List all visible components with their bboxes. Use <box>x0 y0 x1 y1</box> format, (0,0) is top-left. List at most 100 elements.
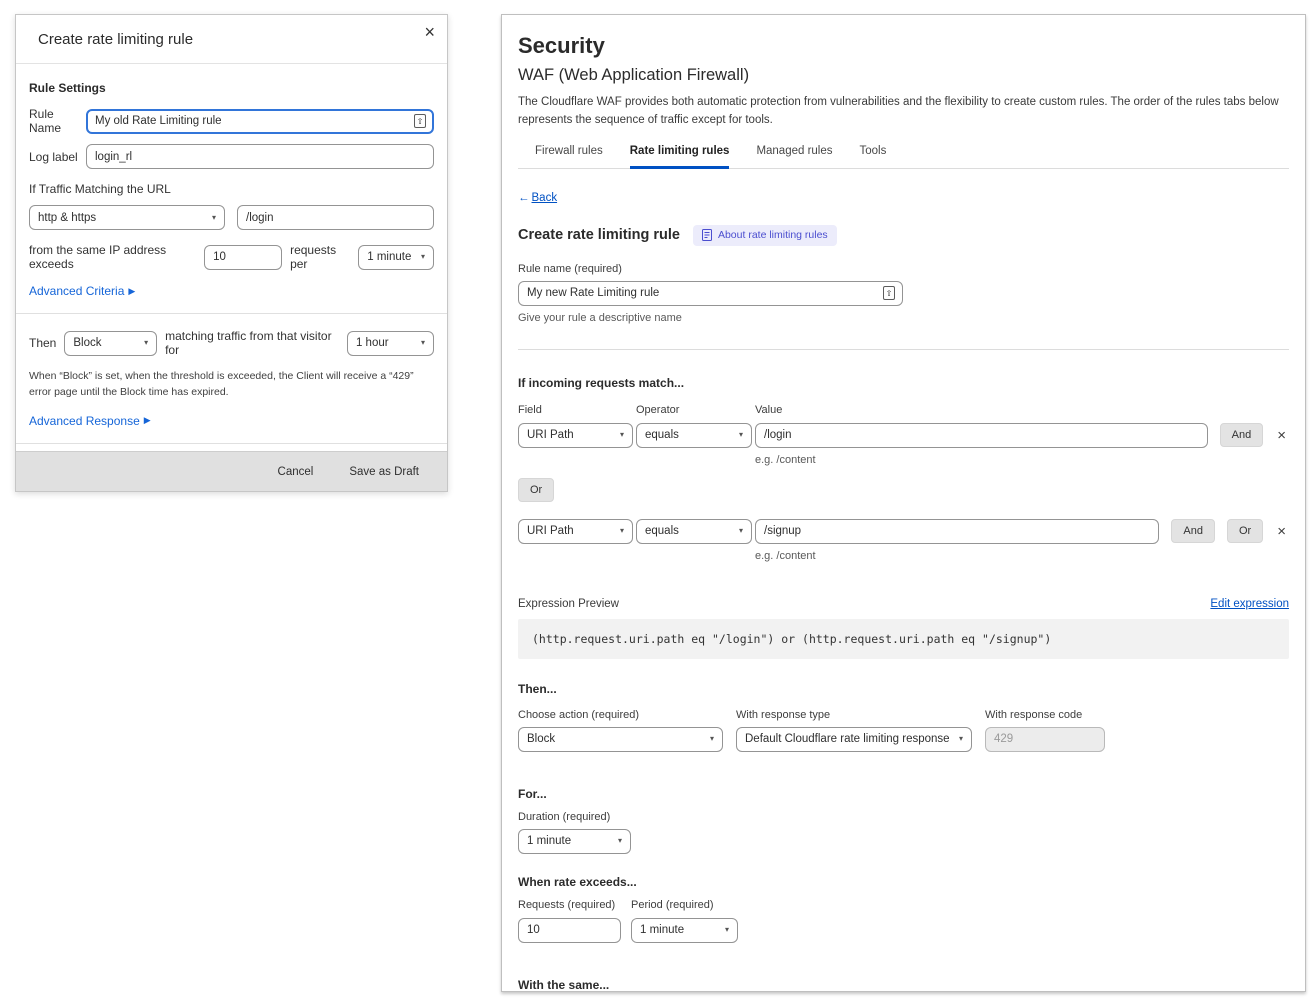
form-title: Create rate limiting rule <box>518 227 680 243</box>
for-heading: For... <box>518 787 1289 801</box>
expression-preview-label: Expression Preview <box>518 598 619 610</box>
chevron-down-icon: ▾ <box>212 214 216 222</box>
divider <box>16 313 447 314</box>
or-button[interactable]: Or <box>1227 519 1263 543</box>
same-heading: With the same... <box>518 978 1289 992</box>
rate-heading: When rate exceeds... <box>518 875 1289 889</box>
remove-condition-icon[interactable]: × <box>1277 524 1286 539</box>
autofill-icon[interactable]: ⇧ <box>883 286 895 300</box>
chevron-down-icon: ▾ <box>710 735 714 743</box>
expand-arrow-icon: ▶ <box>128 286 135 297</box>
duration-label: Duration (required) <box>518 811 1289 823</box>
response-type-label: With response type <box>736 709 972 721</box>
dialog-header: Create rate limiting rule × <box>16 15 447 64</box>
rule-name-input[interactable] <box>518 281 903 306</box>
response-code-input <box>985 727 1105 752</box>
scheme-select[interactable]: http & https ▾ <box>29 205 225 230</box>
chevron-down-icon: ▾ <box>739 527 743 535</box>
response-type-select[interactable]: Default Cloudflare rate limiting respons… <box>736 727 972 752</box>
close-icon[interactable]: × <box>424 23 435 41</box>
waf-tabs: Firewall rules Rate limiting rules Manag… <box>518 145 1289 169</box>
traffic-match-heading: If Traffic Matching the URL <box>29 182 434 196</box>
ban-duration-value: 1 hour <box>356 337 389 349</box>
waf-page: Security WAF (Web Application Firewall) … <box>501 14 1306 992</box>
advanced-criteria-link[interactable]: Advanced Criteria ▶ <box>29 284 135 298</box>
rate-period-select[interactable]: 1 minute ▾ <box>631 918 738 943</box>
ban-duration-select[interactable]: 1 hour ▾ <box>347 331 434 356</box>
value-hint: e.g. /content <box>755 454 1289 466</box>
back-arrow-icon: ← <box>518 192 530 204</box>
chevron-down-icon: ▾ <box>620 527 624 535</box>
page-title: Security <box>518 33 1289 59</box>
rule-name-help: Give your rule a descriptive name <box>518 312 1289 324</box>
about-rate-limiting-badge[interactable]: About rate limiting rules <box>693 225 837 246</box>
chevron-down-icon: ▾ <box>725 926 729 934</box>
choose-action-select[interactable]: Block ▾ <box>518 727 723 752</box>
tab-firewall-rules[interactable]: Firewall rules <box>535 145 603 169</box>
requests-input[interactable] <box>518 918 621 943</box>
requests-threshold-input[interactable] <box>204 245 282 270</box>
page-description: The Cloudflare WAF provides both automat… <box>518 94 1293 130</box>
rule-settings-heading: Rule Settings <box>29 81 434 95</box>
value-hint: e.g. /content <box>755 550 1289 562</box>
rule-name-label: Rule Name <box>29 107 86 135</box>
choose-action-label: Choose action (required) <box>518 709 723 721</box>
rule-name-label: Rule name (required) <box>518 263 1289 275</box>
page-subtitle: WAF (Web Application Firewall) <box>518 66 1289 85</box>
back-link[interactable]: Back <box>532 192 558 204</box>
operator-select[interactable]: equals ▾ <box>636 423 752 448</box>
field-select[interactable]: URI Path ▾ <box>518 423 633 448</box>
tab-managed-rules[interactable]: Managed rules <box>756 145 832 169</box>
document-icon <box>702 229 712 241</box>
advanced-response-link[interactable]: Advanced Response ▶ <box>29 414 151 428</box>
action-select[interactable]: Block ▾ <box>64 331 157 356</box>
exceeds-prefix-text: from the same IP address exceeds <box>29 243 196 271</box>
tab-tools[interactable]: Tools <box>860 145 887 169</box>
value-input[interactable] <box>755 519 1159 544</box>
edit-expression-link[interactable]: Edit expression <box>1210 598 1289 610</box>
requests-label: Requests (required) <box>518 899 621 911</box>
cancel-button[interactable]: Cancel <box>278 466 314 478</box>
dialog-footer: Cancel Save as Draft <box>16 451 447 491</box>
url-pattern-input[interactable] <box>237 205 434 230</box>
duration-select[interactable]: 1 minute ▾ <box>518 829 631 854</box>
operator-column-label: Operator <box>636 404 752 416</box>
divider <box>16 443 447 444</box>
rule-name-input[interactable] <box>86 109 434 134</box>
chevron-down-icon: ▾ <box>959 735 963 743</box>
period-select-value: 1 minute <box>367 251 411 263</box>
condition-row: URI Path ▾ equals ▾ And × <box>518 423 1289 448</box>
save-as-draft-button[interactable]: Save as Draft <box>349 466 419 478</box>
chevron-down-icon: ▾ <box>620 431 624 439</box>
chevron-down-icon: ▾ <box>739 431 743 439</box>
action-select-value: Block <box>73 337 101 349</box>
then-prefix-text: Then <box>29 336 56 350</box>
expand-arrow-icon: ▶ <box>144 415 151 426</box>
match-heading: If incoming requests match... <box>518 376 1289 390</box>
chevron-down-icon: ▾ <box>421 339 425 347</box>
requests-suffix-text: requests per <box>290 243 350 271</box>
then-middle-text: matching traffic from that visitor for <box>165 329 339 357</box>
period-select[interactable]: 1 minute ▾ <box>358 245 434 270</box>
or-button[interactable]: Or <box>518 478 554 502</box>
response-code-label: With response code <box>985 709 1105 721</box>
operator-select[interactable]: equals ▾ <box>636 519 752 544</box>
create-rate-limiting-rule-dialog: Create rate limiting rule × Rule Setting… <box>15 14 448 492</box>
field-select[interactable]: URI Path ▾ <box>518 519 633 544</box>
and-button[interactable]: And <box>1220 423 1264 447</box>
expression-preview-code: (http.request.uri.path eq "/login") or (… <box>518 619 1289 659</box>
scheme-select-value: http & https <box>38 212 96 224</box>
log-label-label: Log label <box>29 150 86 164</box>
log-label-input[interactable] <box>86 144 434 169</box>
dialog-title: Create rate limiting rule <box>38 31 425 48</box>
autofill-icon[interactable]: ⇧ <box>414 114 426 128</box>
field-column-label: Field <box>518 404 633 416</box>
then-heading: Then... <box>518 682 1289 696</box>
chevron-down-icon: ▾ <box>421 253 425 261</box>
value-input[interactable] <box>755 423 1208 448</box>
condition-row: URI Path ▾ equals ▾ And Or × <box>518 519 1289 544</box>
and-button[interactable]: And <box>1171 519 1215 543</box>
tab-rate-limiting-rules[interactable]: Rate limiting rules <box>630 145 730 169</box>
chevron-down-icon: ▾ <box>618 837 622 845</box>
remove-condition-icon[interactable]: × <box>1277 428 1286 443</box>
